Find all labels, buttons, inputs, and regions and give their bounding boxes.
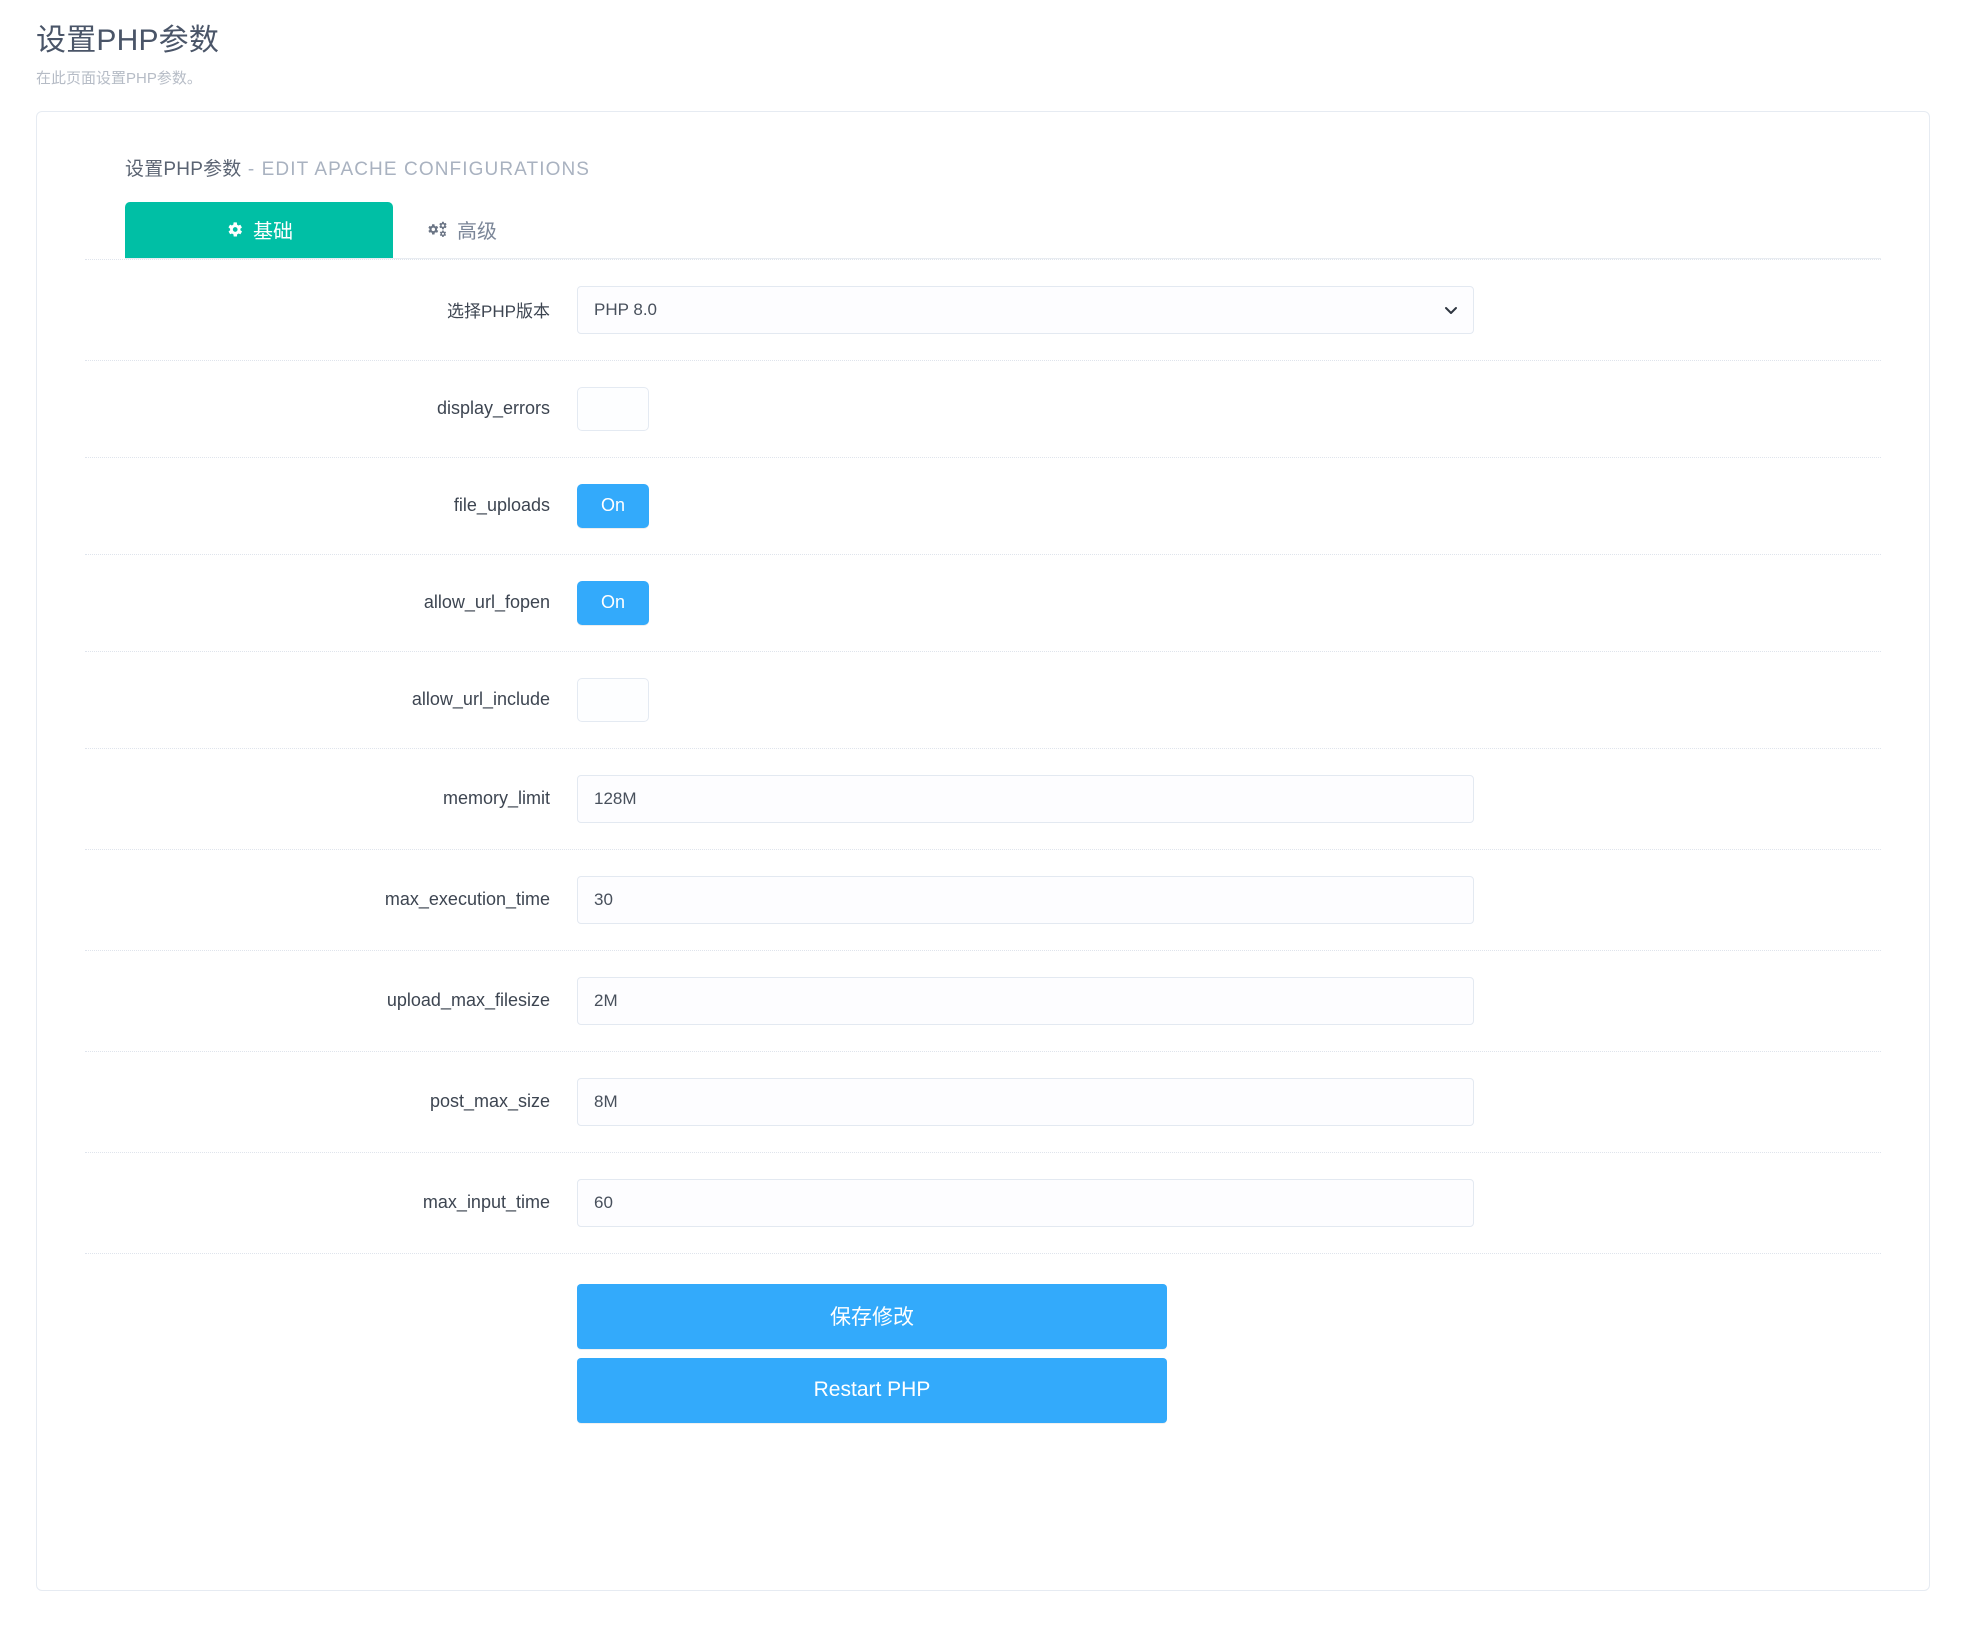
toggle-allow-url-include[interactable] [577, 677, 649, 722]
form-row-allow-url-include: allow_url_include [85, 650, 1881, 748]
card-title-cn: 设置PHP参数 [125, 158, 242, 180]
card-title-separator: - [241, 158, 262, 180]
upload-max-filesize-input[interactable] [577, 976, 1474, 1025]
card-title: 设置PHP参数 - EDIT APACHE CONFIGURATIONS [125, 154, 1881, 181]
save-button[interactable]: 保存修改 [577, 1283, 1167, 1349]
tab-basic-label: 基础 [253, 221, 293, 243]
tab-basic[interactable]: 基础 [125, 201, 393, 258]
label-upload-max-filesize: upload_max_filesize [386, 990, 550, 1010]
form-row-max-execution-time: max_execution_time [85, 848, 1881, 950]
form-row-display-errors: display_errors [85, 359, 1881, 457]
label-max-input-time: max_input_time [422, 1192, 550, 1212]
form-row-php-version: 选择PHP版本 PHP 8.0 [85, 258, 1881, 360]
memory-limit-input[interactable] [577, 774, 1474, 823]
page-title: 设置PHP参数 [36, 24, 220, 57]
form-row-upload-max-filesize: upload_max_filesize [85, 949, 1881, 1051]
label-max-execution-time: max_execution_time [384, 889, 550, 909]
tab-advanced-label: 高级 [457, 221, 497, 243]
post-max-size-input[interactable] [577, 1077, 1474, 1126]
gear-icon [225, 220, 244, 239]
toggle-file-uploads[interactable]: On [577, 483, 649, 528]
label-display-errors: display_errors [436, 398, 550, 418]
settings-tabs: 基础 高级 [125, 201, 1881, 259]
toggle-allow-url-fopen[interactable]: On [577, 580, 649, 625]
page-subtitle: 在此页面设置PHP参数。 [36, 69, 202, 87]
label-php-version: 选择PHP版本 [447, 302, 550, 321]
card-title-en: EDIT APACHE CONFIGURATIONS [261, 158, 591, 180]
label-post-max-size: post_max_size [429, 1091, 550, 1111]
label-memory-limit: memory_limit [442, 788, 550, 808]
php-settings-card: 设置PHP参数 - EDIT APACHE CONFIGURATIONS 基础 [36, 110, 1930, 1591]
label-allow-url-include: allow_url_include [411, 689, 550, 709]
form-actions: 保存修改 Restart PHP [85, 1252, 1881, 1423]
form-row-max-input-time: max_input_time [85, 1151, 1881, 1253]
label-file-uploads: file_uploads [453, 495, 550, 515]
form-row-allow-url-fopen: allow_url_fopen On [85, 553, 1881, 651]
label-allow-url-fopen: allow_url_fopen [423, 592, 550, 612]
form-row-file-uploads: file_uploads On [85, 456, 1881, 554]
page-header: 设置PHP参数 在此页面设置PHP参数。 [0, 0, 1966, 106]
restart-php-button[interactable]: Restart PHP [577, 1357, 1167, 1423]
php-settings-form: 选择PHP版本 PHP 8.0 display_errors file_uplo… [85, 258, 1881, 1423]
tab-advanced[interactable]: 高级 [393, 202, 531, 258]
form-row-memory-limit: memory_limit [85, 747, 1881, 849]
max-execution-time-input[interactable] [577, 875, 1474, 924]
form-row-post-max-size: post_max_size [85, 1050, 1881, 1152]
cogs-icon [427, 220, 448, 239]
php-version-select[interactable]: PHP 8.0 [577, 285, 1474, 334]
toggle-display-errors[interactable] [577, 386, 649, 431]
max-input-time-input[interactable] [577, 1178, 1474, 1227]
